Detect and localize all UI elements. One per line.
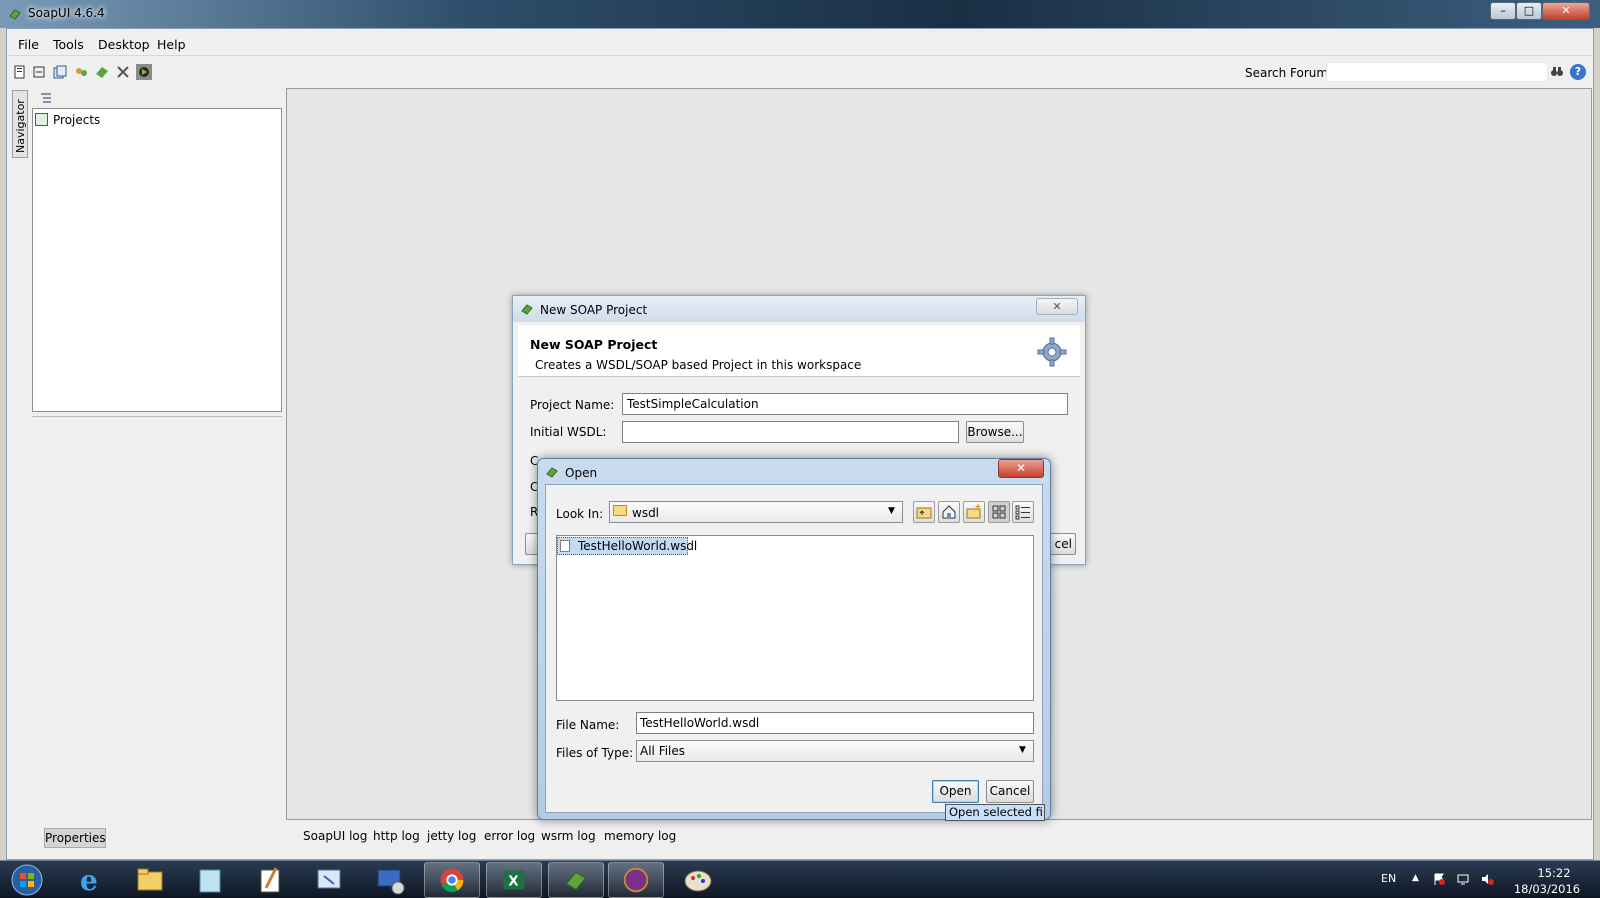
look-in-label: Look In:	[556, 507, 604, 521]
soapui-logo-icon	[9, 9, 21, 20]
new-soap-project-heading: New SOAP Project	[530, 337, 658, 352]
paint-icon[interactable]	[670, 862, 726, 898]
import-project-icon[interactable]	[31, 64, 47, 80]
log-tab-soapui[interactable]: SoapUI log	[303, 829, 367, 843]
log-tab-jetty[interactable]: jetty log	[427, 829, 476, 843]
list-view-button[interactable]	[988, 501, 1010, 523]
initial-wsdl-input[interactable]	[622, 421, 959, 443]
up-one-level-button[interactable]	[913, 501, 935, 523]
volume-muted-icon[interactable]	[1480, 872, 1494, 886]
save-all-icon[interactable]	[52, 64, 68, 80]
project-name-input[interactable]: TestSimpleCalculation	[622, 393, 1068, 415]
language-indicator[interactable]: EN	[1381, 872, 1396, 885]
chrome-icon[interactable]	[424, 862, 480, 898]
new-folder-icon	[966, 504, 981, 519]
home-button[interactable]	[938, 501, 960, 523]
new-soap-project-title: New SOAP Project	[540, 303, 648, 317]
java-ee-ide-icon[interactable]	[608, 862, 664, 898]
internet-explorer-icon[interactable]: e	[62, 862, 118, 898]
file-list[interactable]	[556, 535, 1034, 701]
clock-date[interactable]: 18/03/2016	[1512, 882, 1582, 896]
open-button[interactable]: Open	[932, 780, 979, 803]
help-icon[interactable]: ?	[1570, 64, 1586, 80]
svg-text:X: X	[508, 875, 518, 890]
home-icon	[942, 505, 956, 519]
menu-tools[interactable]: Tools	[53, 37, 84, 52]
maximize-button[interactable]: □	[1516, 2, 1542, 20]
browse-button[interactable]: Browse...	[966, 421, 1024, 443]
cancel-button[interactable]: Cancel	[986, 780, 1034, 803]
chevron-down-icon[interactable]: ▼	[1019, 745, 1026, 755]
taskbar	[0, 860, 1600, 898]
new-soap-project-description: Creates a WSDL/SOAP based Project in thi…	[535, 358, 862, 372]
details-view-button[interactable]	[1012, 501, 1034, 523]
chevron-up-icon[interactable]: ▲	[1412, 873, 1419, 883]
log-tab-error[interactable]: error log	[484, 829, 535, 843]
workspace-icon[interactable]	[73, 64, 89, 80]
list-view-icon	[992, 505, 1006, 519]
properties-panel	[32, 416, 282, 821]
log-tab-http[interactable]: http log	[373, 829, 420, 843]
folder-icon	[613, 505, 627, 516]
search-binoculars-icon[interactable]	[1550, 64, 1564, 78]
soapui-refresh-icon[interactable]	[94, 64, 110, 80]
svg-text:e: e	[80, 864, 98, 897]
file-icon	[560, 540, 570, 552]
loadui-icon[interactable]	[136, 64, 152, 80]
list-view-icon[interactable]	[40, 92, 52, 104]
remote-desktop-icon[interactable]	[362, 862, 418, 898]
preferences-icon[interactable]	[115, 64, 131, 80]
menu-file[interactable]: File	[18, 37, 39, 52]
look-in-value: wsdl	[632, 506, 660, 520]
action-center-flag-icon[interactable]	[1432, 872, 1446, 886]
navigator-tab[interactable]: Navigator	[12, 90, 28, 158]
file-name-label: File Name:	[556, 718, 620, 732]
clock-time[interactable]: 15:22	[1530, 866, 1578, 880]
close-window-button[interactable]: ✕	[1542, 2, 1590, 20]
files-of-type-dropdown[interactable]: All Files	[636, 740, 1034, 762]
initial-wsdl-label: Initial WSDL:	[530, 425, 607, 439]
projects-icon	[35, 113, 48, 126]
minimize-button[interactable]: –	[1490, 2, 1516, 20]
projects-tree-root[interactable]: Projects	[53, 113, 100, 127]
menu-help[interactable]: Help	[157, 37, 186, 52]
window-title: SoapUI 4.6.4	[28, 6, 105, 20]
text-editor-icon[interactable]	[242, 862, 298, 898]
menu-bar	[8, 32, 1592, 56]
soapui-logo-icon	[546, 467, 558, 478]
new-soap-project-close-button[interactable]: ✕	[1036, 298, 1078, 315]
notepad-icon[interactable]	[182, 862, 238, 898]
file-item-label[interactable]: TestHelloWorld.wsdl	[578, 539, 697, 553]
open-dialog-close-button[interactable]: ✕	[998, 459, 1044, 478]
excel-icon[interactable]: X	[486, 862, 542, 898]
files-of-type-label: Files of Type:	[556, 746, 634, 760]
menu-desktop[interactable]: Desktop	[98, 37, 150, 52]
projects-tree[interactable]	[32, 108, 282, 412]
open-dialog-title: Open	[565, 466, 598, 480]
log-tab-wsrm[interactable]: wsrm log	[541, 829, 596, 843]
network-app-icon[interactable]	[302, 862, 358, 898]
soapui-task-icon[interactable]	[548, 862, 604, 898]
start-button-icon[interactable]	[4, 862, 50, 898]
soapui-logo-icon	[521, 304, 533, 315]
chevron-down-icon[interactable]: ▼	[888, 506, 895, 516]
search-forum-label: Search Forum	[1245, 66, 1329, 80]
project-name-label: Project Name:	[530, 398, 615, 412]
details-view-icon	[1015, 505, 1030, 520]
new-project-icon[interactable]	[12, 64, 28, 80]
gear-icon	[1037, 337, 1067, 367]
properties-button[interactable]: Properties	[44, 828, 106, 848]
open-button-tooltip: Open selected file	[945, 804, 1045, 821]
file-name-input[interactable]: TestHelloWorld.wsdl	[636, 712, 1034, 734]
window-titlebar[interactable]: SoapUI 4.6.4	[0, 0, 1600, 28]
network-icon[interactable]	[1456, 872, 1470, 886]
log-tab-memory[interactable]: memory log	[604, 829, 676, 843]
folder-up-icon	[916, 507, 932, 519]
navigator-tab-label: Navigator	[14, 99, 27, 153]
new-folder-button[interactable]	[963, 501, 985, 523]
file-explorer-icon[interactable]	[122, 862, 178, 898]
search-forum-input[interactable]	[1326, 62, 1548, 82]
